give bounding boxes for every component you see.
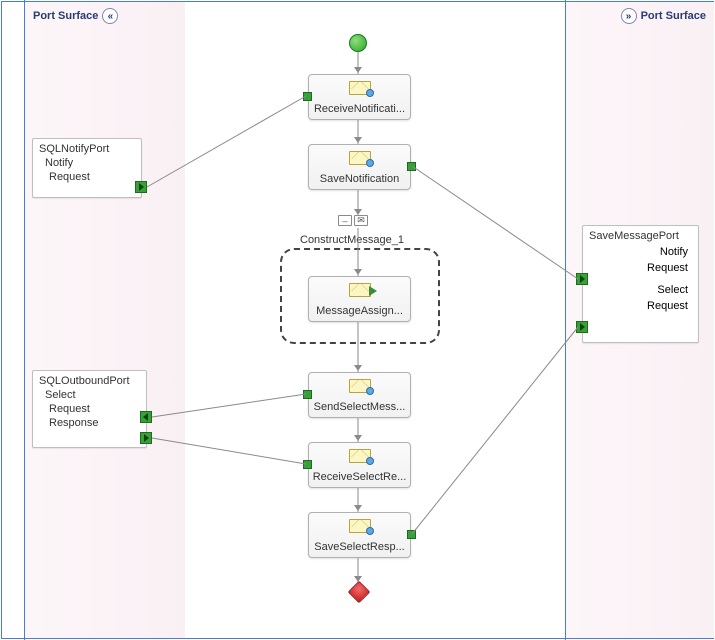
envelope-icon <box>349 449 371 465</box>
shape-receive-notification[interactable]: ReceiveNotificati... <box>308 74 411 120</box>
shape-label: ReceiveNotificati... <box>314 103 405 115</box>
shape-label: ReceiveSelectRe... <box>313 471 407 483</box>
port-message-request: Request <box>49 403 140 415</box>
shape-save-notification[interactable]: SaveNotification <box>308 144 411 190</box>
port-surface-left-header: Port Surface « <box>25 2 185 30</box>
message-icon: ✉ <box>354 215 368 226</box>
flow-arrow-icon <box>354 67 362 73</box>
port-surface-right-title: Port Surface <box>641 10 706 22</box>
shape-receive-select[interactable]: ReceiveSelectRe... <box>308 442 411 488</box>
port-connector-icon[interactable] <box>576 321 588 333</box>
start-icon <box>349 34 367 52</box>
port-message: Request <box>589 300 688 312</box>
shape-message-assign[interactable]: MessageAssign... <box>308 276 411 322</box>
flow-arrow-icon <box>354 137 362 143</box>
collapse-right-icon[interactable]: » <box>621 8 637 24</box>
flow-arrow-icon <box>354 435 362 441</box>
shape-label: SaveNotification <box>320 173 400 185</box>
flow-arrow-icon <box>354 269 362 275</box>
connector-icon[interactable] <box>407 530 416 539</box>
port-title: SQLOutboundPort <box>39 375 140 387</box>
port-title: SaveMessagePort <box>589 230 692 242</box>
shape-label: SaveSelectResp... <box>314 541 405 553</box>
shape-label: MessageAssign... <box>316 305 403 317</box>
flow-arrow-icon <box>354 209 362 215</box>
envelope-arrow-icon <box>349 283 371 299</box>
envelope-icon <box>349 151 371 167</box>
collapse-icon[interactable]: – <box>338 215 352 226</box>
construct-label: ConstructMessage_1 <box>300 234 404 246</box>
envelope-icon <box>349 81 371 97</box>
port-message-response: Response <box>49 417 140 429</box>
port-connector-icon[interactable] <box>140 411 152 423</box>
collapse-left-icon[interactable]: « <box>102 8 118 24</box>
group-header-icons[interactable]: – ✉ <box>338 215 368 226</box>
port-connector-icon[interactable] <box>140 432 152 444</box>
port-sql-notify[interactable]: SQLNotifyPort Notify Request <box>32 138 142 198</box>
shape-send-select[interactable]: SendSelectMess... <box>308 372 411 418</box>
flow-arrow-icon <box>354 576 362 582</box>
port-connector-icon[interactable] <box>135 181 147 193</box>
port-connector-icon[interactable] <box>576 273 588 285</box>
connector-icon[interactable] <box>407 162 416 171</box>
port-operation: Notify <box>45 157 135 169</box>
port-sql-outbound[interactable]: SQLOutboundPort Select Request Response <box>32 370 147 448</box>
port-surface-right-header: » Port Surface <box>566 2 714 30</box>
port-surface-left: Port Surface « <box>25 2 185 638</box>
shape-save-select-resp[interactable]: SaveSelectResp... <box>308 512 411 558</box>
port-title: SQLNotifyPort <box>39 143 135 155</box>
port-message: Request <box>49 171 135 183</box>
flow-arrow-icon <box>354 365 362 371</box>
port-operation: Select <box>589 284 688 296</box>
connector-icon[interactable] <box>303 92 312 101</box>
connector-icon[interactable] <box>303 390 312 399</box>
port-operation: Select <box>45 389 140 401</box>
port-operation: Notify <box>589 246 688 258</box>
port-surface-left-title: Port Surface <box>33 10 98 22</box>
connector-icon[interactable] <box>303 460 312 469</box>
shape-label: SendSelectMess... <box>314 401 406 413</box>
envelope-icon <box>349 379 371 395</box>
flow-arrow-icon <box>354 505 362 511</box>
envelope-icon <box>349 519 371 535</box>
port-message: Request <box>589 262 688 274</box>
port-save-message[interactable]: SaveMessagePort Notify Request Select Re… <box>582 225 699 343</box>
